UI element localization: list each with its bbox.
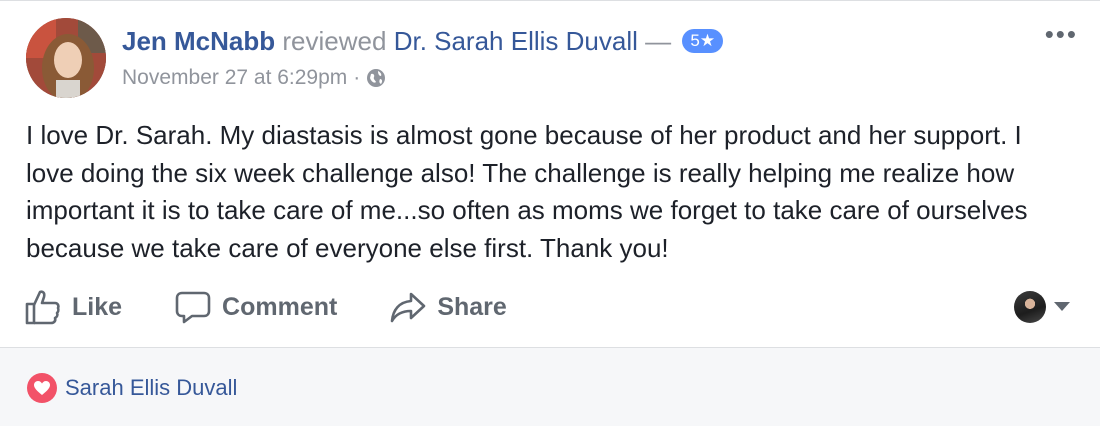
like-label: Like	[72, 292, 123, 321]
comment-icon	[175, 291, 211, 324]
comment-button[interactable]: Comment	[174, 288, 337, 326]
header-dash: —	[645, 26, 672, 56]
post-timestamp-link[interactable]: November 27 at 6:29pm	[122, 64, 347, 92]
thumbs-up-icon	[25, 290, 60, 325]
post-header: Jen McNabb reviewed Dr. Sarah Ellis Duva…	[122, 25, 724, 57]
comment-label: Comment	[222, 292, 338, 321]
share-button[interactable]: Share	[389, 288, 507, 326]
like-button[interactable]: Like	[24, 288, 122, 326]
reviewed-page-link[interactable]: Dr. Sarah Ellis Duvall	[394, 26, 638, 56]
post-meta: November 27 at 6:29pm ·	[122, 64, 386, 92]
globe-icon[interactable]	[366, 68, 386, 88]
post-as-selector[interactable]	[1014, 291, 1070, 323]
reactor-names-link[interactable]: Sarah Ellis Duvall	[65, 375, 237, 401]
author-name-link[interactable]: Jen McNabb	[122, 26, 275, 56]
share-label: Share	[437, 292, 507, 321]
action-verb: reviewed	[282, 26, 387, 56]
rating-badge: 5★	[682, 29, 724, 54]
author-avatar[interactable]	[26, 18, 106, 98]
meta-separator: ·	[353, 66, 361, 89]
heart-icon	[27, 372, 57, 403]
post-actions: Like Comment Share	[24, 285, 1076, 329]
review-text: I love Dr. Sarah. My diastasis is almost…	[26, 120, 1028, 263]
chevron-down-icon	[1054, 302, 1070, 311]
viewer-avatar	[1014, 291, 1046, 323]
reactions-bar: Sarah Ellis Duvall	[0, 347, 1100, 426]
more-options-icon[interactable]: •••	[1045, 21, 1078, 47]
review-post-card: Jen McNabb reviewed Dr. Sarah Ellis Duva…	[0, 0, 1100, 426]
share-icon	[391, 292, 426, 323]
